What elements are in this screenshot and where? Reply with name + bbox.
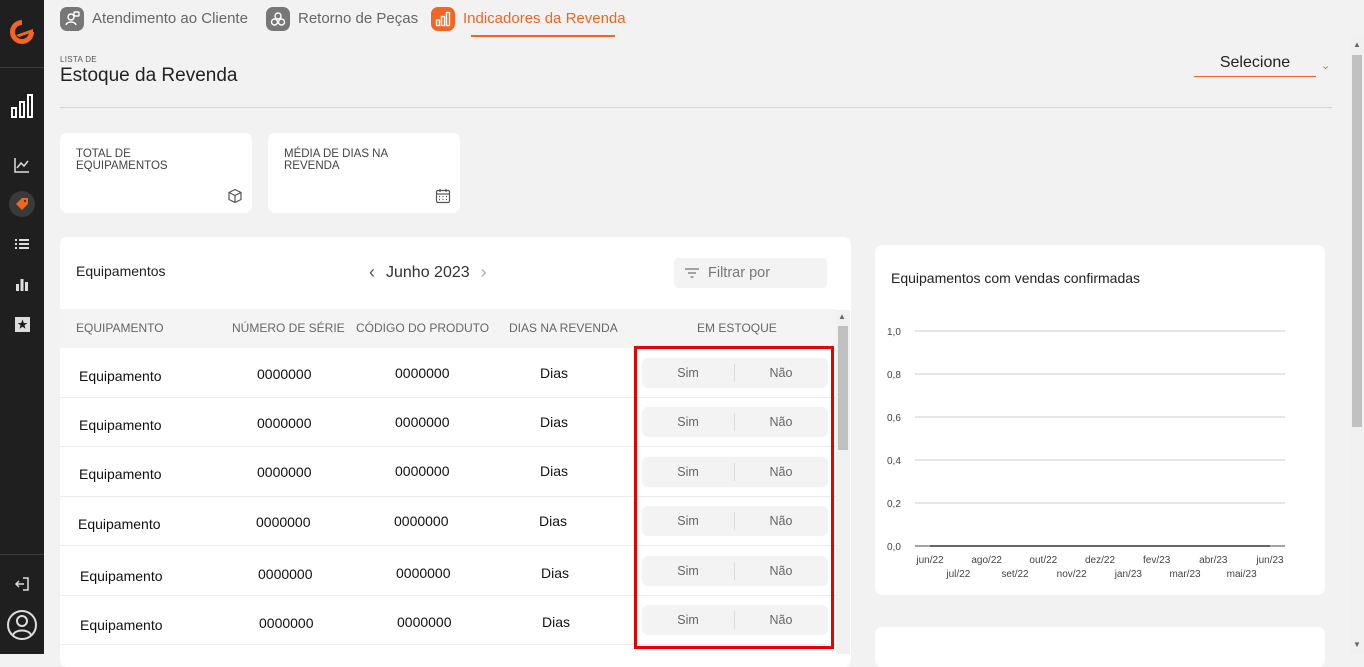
cell-numero-serie: 0000000 [256, 514, 311, 530]
sales-chart: 0,0 0,2 0,4 0,6 0,8 1,0 jun/22jul/22ago/22 set/… [887, 327, 1285, 580]
cell-numero-serie: 0000000 [257, 415, 312, 431]
page-subtitle: LISTA DE [60, 55, 97, 64]
select-value: Selecione [1219, 54, 1291, 71]
column-header-dias-revenda[interactable]: DIAS NA REVENDA [509, 321, 618, 335]
page-scrollbar-thumb[interactable] [1352, 55, 1362, 427]
cell-codigo-produto: 0000000 [395, 414, 450, 430]
column-header-em-estoque[interactable]: EM ESTOQUE [697, 321, 777, 335]
em-estoque-highlight [634, 346, 834, 649]
cell-codigo-produto: 0000000 [395, 365, 450, 381]
x-tick-label: jun/23 [1255, 555, 1284, 566]
line-chart-icon[interactable] [0, 154, 44, 176]
tab-atendimento[interactable]: Atendimento ao Cliente [60, 0, 248, 37]
tag-icon[interactable] [0, 190, 44, 218]
column-header-equipamento[interactable]: EQUIPAMENTO [76, 321, 164, 335]
cell-dias: Dias [540, 414, 569, 430]
filter-icon [685, 268, 699, 278]
logout-icon[interactable] [0, 574, 44, 594]
cell-dias: Dias [540, 463, 569, 479]
chevron-right-icon[interactable]: › [474, 262, 494, 283]
x-tick-label: jan/23 [1114, 569, 1143, 580]
cell-numero-serie: 0000000 [259, 615, 314, 631]
page-title: Estoque da Revenda [60, 65, 238, 86]
equipments-title: Equipamentos [76, 263, 166, 279]
y-tick-label: 0,2 [887, 499, 901, 510]
cell-numero-serie: 0000000 [258, 566, 313, 582]
kpi-label: TOTAL DE EQUIPAMENTOS [76, 148, 168, 172]
cell-equipamento: Equipamento [79, 368, 162, 384]
table-scrollbar-thumb[interactable] [838, 326, 848, 450]
x-tick-label: ago/22 [971, 555, 1002, 566]
x-tick-label: dez/22 [1085, 555, 1115, 566]
column-chart-icon[interactable] [0, 274, 44, 294]
y-tick-label: 1,0 [887, 327, 901, 338]
tab-indicadores-revenda[interactable]: Indicadores da Revenda [431, 0, 626, 37]
user-avatar-icon[interactable] [0, 608, 44, 642]
brand-logo-icon[interactable] [0, 14, 44, 50]
cell-dias: Dias [542, 614, 571, 630]
active-tab-indicator [471, 35, 615, 37]
x-tick-label: mar/23 [1169, 569, 1201, 580]
headset-user-icon [60, 6, 84, 31]
cell-equipamento: Equipamento [80, 617, 163, 633]
y-tick-label: 0,4 [887, 456, 901, 467]
chevron-left-icon[interactable]: ‹ [362, 262, 382, 283]
column-header-codigo-produto[interactable]: CÓDIGO DO PRODUTO [356, 321, 489, 335]
chevron-down-icon[interactable]: ⌄ [1321, 59, 1330, 72]
bar-chart-icon[interactable] [0, 90, 44, 122]
y-tick-label: 0,0 [887, 542, 901, 553]
kpi-media-dias: MÉDIA DE DIAS NA REVENDA [268, 133, 460, 213]
cell-numero-serie: 0000000 [257, 464, 312, 480]
star-icon[interactable] [0, 314, 44, 334]
tab-label: Indicadores da Revenda [463, 10, 626, 27]
bar-chart-icon [431, 6, 455, 31]
calendar-icon [435, 189, 451, 204]
tab-retorno-pecas[interactable]: Retorno de Peças [266, 0, 418, 37]
page-scroll-down-icon[interactable]: ▼ [1353, 640, 1361, 649]
tab-label: Retorno de Peças [298, 10, 419, 27]
x-tick-label: out/22 [1029, 555, 1057, 566]
header-divider [60, 107, 1332, 108]
x-tick-label: set/22 [1001, 569, 1029, 580]
x-tick-label: fev/23 [1143, 555, 1171, 566]
scroll-up-arrow-icon[interactable]: ▲ [838, 312, 846, 321]
cell-codigo-produto: 0000000 [394, 513, 449, 529]
kpi-total-equipamentos: TOTAL DE EQUIPAMENTOS [60, 133, 252, 213]
tab-label: Atendimento ao Cliente [92, 10, 248, 27]
cell-numero-serie: 0000000 [257, 366, 312, 382]
kpi-label: MÉDIA DE DIAS NA REVENDA [284, 148, 388, 172]
cell-codigo-produto: 0000000 [395, 463, 450, 479]
x-tick-label: abr/23 [1199, 555, 1228, 566]
dealer-select[interactable]: Selecione [1194, 50, 1316, 77]
cell-dias: Dias [540, 365, 569, 381]
x-tick-label: mai/23 [1227, 569, 1257, 580]
box-icon [228, 188, 242, 204]
chart-title: Equipamentos com vendas confirmadas [891, 270, 1141, 286]
cell-dias: Dias [539, 513, 568, 529]
cell-equipamento: Equipamento [79, 466, 162, 482]
y-tick-label: 0,8 [887, 370, 901, 381]
page-scroll-up-icon[interactable]: ▲ [1353, 40, 1361, 49]
cell-dias: Dias [541, 565, 570, 581]
x-tick-label: nov/22 [1057, 569, 1087, 580]
filter-label: Filtrar por [708, 265, 771, 281]
x-tick-label: jun/22 [915, 555, 944, 566]
sidebar [0, 0, 44, 654]
x-tick-label: jul/22 [945, 569, 970, 580]
cell-equipamento: Equipamento [79, 417, 162, 433]
y-tick-label: 0,6 [887, 413, 901, 424]
list-icon[interactable] [0, 234, 44, 254]
month-navigator: ‹ Junho 2023 › [362, 262, 494, 283]
filter-button[interactable]: Filtrar por [674, 258, 827, 288]
cell-equipamento: Equipamento [80, 568, 163, 584]
cell-equipamento: Equipamento [78, 516, 161, 532]
cell-codigo-produto: 0000000 [396, 565, 451, 581]
gears-icon [266, 6, 290, 31]
cell-codigo-produto: 0000000 [397, 614, 452, 630]
secondary-card [875, 627, 1325, 667]
current-month: Junho 2023 [386, 263, 470, 281]
column-header-numero-serie[interactable]: NÚMERO DE SÉRIE [232, 321, 345, 335]
